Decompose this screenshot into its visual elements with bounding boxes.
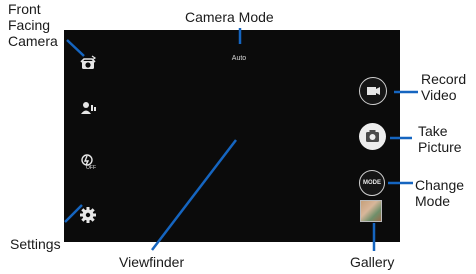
callout-viewfinder: Viewfinder	[119, 254, 185, 270]
callout-lines	[64, 28, 418, 251]
callout-line-1: Change	[415, 177, 465, 193]
callout-line-1: Front	[8, 1, 41, 17]
callout-line-3: Camera	[8, 33, 58, 49]
callout-record-video: Record Video	[421, 71, 466, 103]
callout-gallery: Gallery	[350, 254, 395, 270]
callout-line-2: Mode	[415, 193, 451, 209]
callout-line-2: Picture	[418, 139, 462, 155]
callout-line-1: Record	[421, 71, 467, 87]
callout-settings: Settings	[10, 236, 61, 252]
callout-change-mode: Change Mode	[415, 177, 464, 209]
callout-line-2: Video	[421, 87, 457, 103]
callout-line-1: Take	[418, 123, 448, 139]
callout-camera-mode: Camera Mode	[185, 9, 274, 25]
callout-take-picture: Take Picture	[418, 123, 462, 155]
callout-front-facing-camera: Front Facing Camera	[8, 1, 58, 49]
callout-line-2: Facing	[8, 17, 51, 33]
